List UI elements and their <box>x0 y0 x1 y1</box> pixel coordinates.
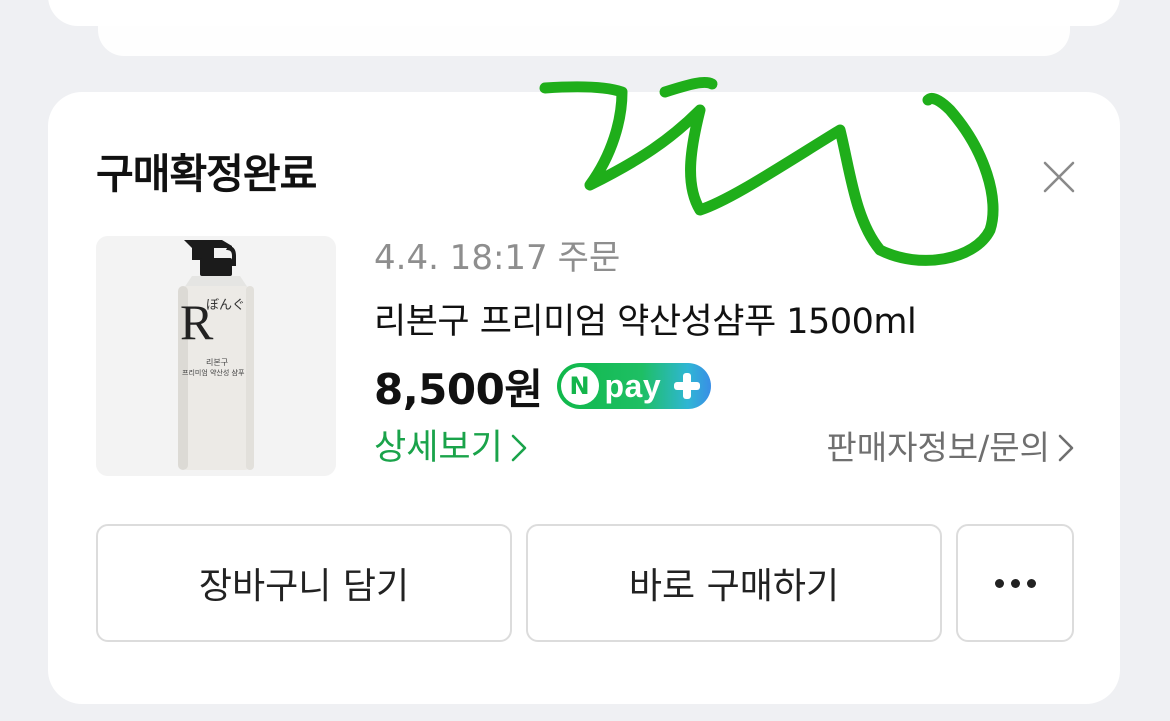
chevron-right-icon <box>1058 434 1074 462</box>
seller-info-label: 판매자정보/문의 <box>826 428 1050 467</box>
label-line-2: 프리미엄 약산성 샴푸 <box>182 369 245 377</box>
more-options-button[interactable] <box>956 524 1074 642</box>
detail-link-label: 상세보기 <box>374 428 503 468</box>
more-dots-icon <box>994 578 1036 588</box>
plus-icon <box>673 373 700 399</box>
npay-plus-badge: N pay <box>556 363 711 409</box>
label-line-1: 리본구 <box>206 358 229 367</box>
seller-info-link[interactable]: 판매자정보/문의 <box>826 420 1074 476</box>
order-card: 구매확정완료 R ぼんぐ 리본구 프리미엄 약산성 샴푸 4.4. 18:17 주… <box>48 92 1120 704</box>
detail-link[interactable]: 상세보기 <box>374 420 527 476</box>
buy-now-button[interactable]: 바로 구매하기 <box>526 524 942 642</box>
order-meta: 4.4. 18:17 주문 <box>374 234 630 282</box>
order-date: 4.4. 18:17 <box>374 238 548 278</box>
product-price: 8,500원 <box>374 364 543 414</box>
shampoo-bottle-image <box>96 236 336 476</box>
buy-now-label: 바로 구매하기 <box>628 566 840 607</box>
close-icon <box>1043 161 1075 193</box>
npay-word: pay <box>604 367 662 404</box>
product-thumbnail[interactable]: R ぼんぐ 리본구 프리미엄 약산성 샴푸 <box>96 236 336 476</box>
chevron-right-icon <box>511 434 527 462</box>
previous-order-card <box>48 0 1120 26</box>
order-label: 주문 <box>557 238 621 278</box>
product-name[interactable]: 리본구 프리미엄 약산성샴푸 1500ml <box>374 297 917 347</box>
order-status-title: 구매확정완료 <box>96 150 317 198</box>
npay-logo-letter: N <box>560 367 599 405</box>
add-to-cart-button[interactable]: 장바구니 담기 <box>96 524 512 642</box>
add-to-cart-label: 장바구니 담기 <box>198 566 410 607</box>
price-row: 8,500원 N pay <box>374 356 711 416</box>
brand-script: ぼんぐ <box>206 298 246 313</box>
close-button[interactable] <box>1034 152 1084 202</box>
